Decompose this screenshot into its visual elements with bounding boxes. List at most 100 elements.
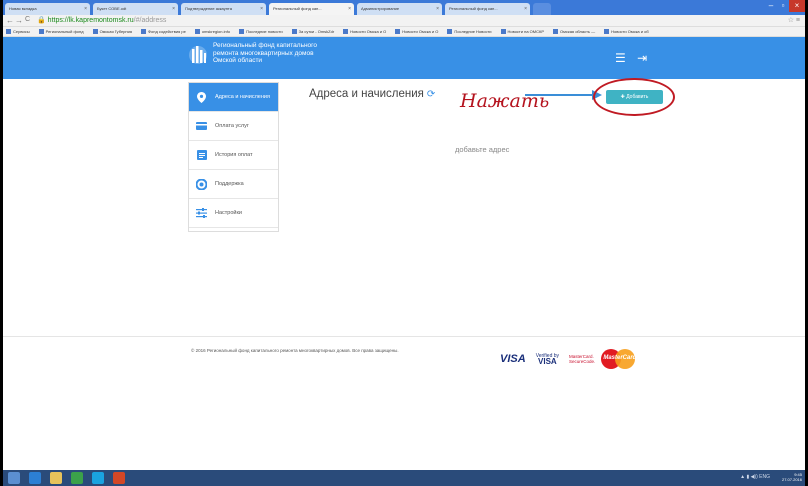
bookmark-item[interactable]: Сервисы [6,29,30,35]
close-icon[interactable]: × [348,6,351,12]
sidebar-item-label: Поддержка [215,181,244,187]
sidebar-item-history[interactable]: История оплат [189,141,278,170]
logo-icon[interactable] [188,41,208,69]
window-controls: – ▫ × [765,0,805,12]
bookmark-label: Новости Омска и об [611,29,649,34]
browser-tab[interactable]: Региональный фонд кап... × [445,3,530,15]
location-pin-icon [196,91,207,103]
receipt-icon [196,150,207,161]
brand-line: ремонта многоквартирных домов [213,49,314,57]
close-icon[interactable]: × [172,6,175,12]
mcsc-bottom: SecureCode. [569,359,596,364]
bookmark-item[interactable]: Новости на ОМСКР [500,29,544,35]
support-icon [196,178,207,190]
bookmark-favicon-icon [6,29,11,35]
powerpoint-icon[interactable] [113,472,125,484]
reload-icon[interactable]: C [25,16,30,23]
bookmarks-bar: Сервисы Региональный фонд Омская Губерния Ф… [3,27,805,37]
back-icon[interactable]: ← [6,16,14,25]
sidebar-item-support[interactable]: Поддержка [189,170,278,199]
sidebar-item-label: История оплат [215,152,253,158]
logout-icon[interactable]: ⇥ [637,51,647,65]
mastercard-securecode-logo: MasterCard. SecureCode. [569,354,595,364]
sidebar-item-addresses[interactable]: Адреса и начисления [189,83,278,112]
bookmark-label: Сервисы [13,29,30,34]
bookmark-label: За сутки - OmskZdr [298,29,335,34]
minimize-icon[interactable]: – [765,0,777,12]
bookmark-label: Омская область — [560,29,596,34]
bookmark-favicon-icon [553,29,558,35]
browser-window: Новая вкладка × Букет СОВЕ.odt × Подтвержд… [3,0,805,486]
bookmark-favicon-icon [395,29,401,35]
bookmark-item[interactable]: Омская Губерния [92,29,133,35]
bookmark-item[interactable]: Региональный фонд [38,29,84,35]
bookmark-favicon-icon [92,29,98,35]
brand-line: Омской области [213,57,263,64]
sliders-icon [196,208,207,219]
tab-label: Букет СОВЕ.odt [97,6,127,11]
tab-label: Региональный фонд кап... [449,6,498,11]
bookmark-favicon-icon [194,29,200,35]
sidebar-item-label: Адреса и начисления [215,94,270,100]
close-icon[interactable]: × [260,6,263,12]
url-field[interactable]: 🔒 https://lk.kapremontomsk.ru/#/address [37,16,166,24]
close-icon[interactable]: × [84,6,87,12]
verified-by-visa-logo: Verified by VISA [536,354,559,366]
bookmark-label: Региональный фонд [45,29,84,34]
tab-label: Подтверждение аккаунта [185,6,232,11]
annotation-ring [593,78,675,116]
chrome-icon[interactable] [71,472,83,484]
tab-label: Администрирование [361,6,400,11]
browser-tab[interactable]: Новая вкладка × [5,3,90,15]
bookmark-star-icon[interactable]: ☆ ≡ [788,16,800,24]
bookmark-item[interactable]: Омская область — [553,29,596,35]
bookmark-favicon-icon [38,29,44,35]
ie-icon[interactable] [29,472,41,484]
refresh-icon[interactable]: ⟳ [427,89,435,100]
bookmark-favicon-icon [343,29,349,35]
window-close-icon[interactable]: × [789,0,805,12]
browser-tab-active[interactable]: Региональный фонд кап... × [269,3,354,15]
bookmark-item[interactable]: За сутки - OmskZdr [291,29,335,35]
browser-tab[interactable]: Букет СОВЕ.odt × [93,3,178,15]
bookmark-item[interactable]: Фонд содействия ре [141,29,186,35]
skype-icon[interactable] [92,472,104,484]
clock-date: 27.07.2016 [781,477,802,482]
url-host: https://lk.kapremontomsk.ru [47,17,134,24]
bookmark-label: Последние Новости [454,29,492,34]
bookmark-favicon-icon [141,29,147,35]
footer-divider [3,336,805,337]
new-tab-button[interactable] [533,3,551,15]
sidebar-item-payment[interactable]: Оплата услуг [189,112,278,141]
tab-strip: Новая вкладка × Букет СОВЕ.odt × Подтвержд… [3,0,805,15]
clock[interactable]: 9:45 27.07.2016 [782,472,802,482]
annotation-arrow-icon [525,90,602,100]
system-tray: ▲ ▮ ◀)) ENG [740,474,770,480]
bookmark-label: Новости Омска и О [350,29,387,34]
browser-tab[interactable]: Подтверждение аккаунта × [181,3,266,15]
windows-start-icon[interactable] [8,472,20,484]
bookmark-item[interactable]: Последние Новости [447,29,492,35]
bookmark-item[interactable]: Новости Омска и об [604,29,649,35]
bookmark-favicon-icon [447,29,453,35]
close-icon[interactable]: × [436,6,439,12]
maximize-icon[interactable]: ▫ [777,0,789,12]
site-header: Региональный фонд капитального ремонта м… [3,37,805,79]
close-icon[interactable]: × [524,6,527,12]
sidebar-item-settings[interactable]: Настройки [189,199,278,228]
bookmark-item[interactable]: Новости Омска и О [343,29,387,35]
brand-name[interactable]: Региональный фонд капитального ремонта м… [213,42,317,65]
explorer-icon[interactable] [50,472,62,484]
bookmark-label: Новости Омска и О [402,29,439,34]
mastercard-logo: MasterCard [601,349,641,369]
bookmark-favicon-icon [291,29,297,35]
bookmark-item[interactable]: Последние новости [239,29,283,35]
browser-tab[interactable]: Администрирование × [357,3,442,15]
bookmark-label: omskregion.info [201,29,231,34]
bookmark-item[interactable]: Новости Омска и О [395,29,439,35]
bookmark-label: Омская Губерния [99,29,133,34]
bookmark-item[interactable]: omskregion.info [194,29,231,35]
hamburger-icon[interactable]: ☰ [615,51,626,65]
lang-indicator[interactable]: ENG [759,474,770,480]
forward-icon[interactable]: → [15,16,23,25]
